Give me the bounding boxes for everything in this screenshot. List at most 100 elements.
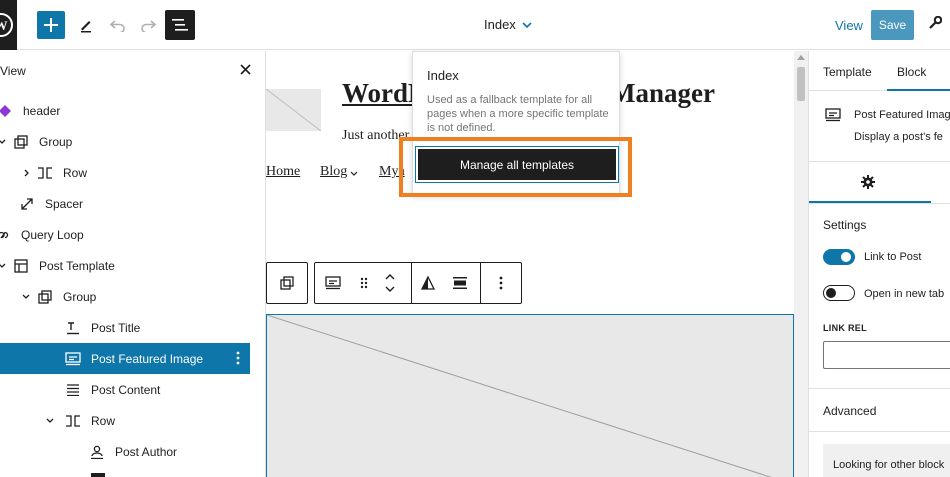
plus-icon	[44, 18, 58, 32]
featured-image-icon	[64, 350, 82, 368]
nav-item-blog[interactable]: Blog	[320, 164, 347, 180]
group-icon	[36, 288, 54, 306]
chevron-down-icon[interactable]	[0, 136, 8, 148]
open-new-tab-toggle[interactable]	[823, 285, 855, 301]
canvas-scrollbar[interactable]	[794, 51, 808, 477]
popover-title: Index	[427, 68, 459, 83]
pencil-icon	[81, 21, 91, 33]
template-title: Index	[484, 17, 516, 32]
block-location-notice: Looking for other block	[823, 444, 950, 477]
settings-sidebar: Template Block Post Featured Imag Displa…	[808, 51, 950, 477]
close-icon[interactable]	[240, 63, 251, 78]
tools-wrench-button[interactable]	[928, 15, 943, 33]
list-item-label: Group	[63, 289, 97, 304]
list-view-title: View	[0, 64, 26, 78]
list-item-header[interactable]: header	[0, 95, 250, 126]
list-item-label: Row	[91, 413, 116, 428]
drag-handle[interactable]	[351, 263, 377, 303]
list-item-group[interactable]: Group	[0, 281, 250, 312]
svg-text:W: W	[0, 18, 8, 33]
annotation-highlight-box	[399, 137, 632, 197]
list-view-header: View	[0, 51, 265, 89]
add-block-button[interactable]	[37, 11, 65, 39]
chevron-up-down-icon	[385, 274, 395, 292]
list-view-panel: View header Group Row Spacer Query Loop …	[0, 51, 266, 477]
more-vertical-icon	[499, 276, 503, 290]
save-button[interactable]: Save	[871, 10, 914, 40]
duotone-button[interactable]	[412, 263, 444, 303]
link-to-post-label: Link to Post	[864, 251, 922, 263]
tab-template[interactable]: Template	[823, 65, 872, 79]
site-logo-placeholder[interactable]	[266, 89, 321, 131]
align-button[interactable]	[444, 263, 476, 303]
diamond-icon	[0, 102, 14, 120]
list-item-post-author[interactable]: Post Author	[0, 436, 250, 467]
scroll-thumb[interactable]	[797, 67, 805, 101]
list-item-row[interactable]: Row	[0, 405, 250, 436]
block-toolbar	[266, 262, 522, 304]
featured-image-icon	[325, 276, 341, 290]
group-icon	[12, 133, 30, 151]
block-description: Display a post's fe	[854, 131, 943, 143]
list-item-group[interactable]: Group	[0, 126, 250, 157]
move-up-down-button[interactable]	[377, 263, 403, 303]
list-item-label: header	[23, 103, 61, 118]
next-item-icon	[91, 473, 105, 477]
wrench-icon	[929, 15, 943, 29]
title-icon	[64, 319, 82, 337]
block-type-button[interactable]	[315, 263, 351, 303]
list-item-post-template[interactable]: Post Template	[0, 250, 250, 281]
list-item-post-title[interactable]: Post Title	[0, 312, 250, 343]
block-card	[809, 92, 950, 162]
chevron-down-icon	[522, 21, 532, 28]
chevron-down-icon[interactable]	[20, 291, 32, 303]
block-settings-tab[interactable]	[809, 162, 950, 204]
more-options-icon[interactable]	[236, 351, 240, 368]
list-item-label: Query Loop	[21, 227, 84, 242]
list-item-post-featured-image[interactable]: Post Featured Image	[0, 343, 250, 374]
row-icon	[64, 412, 82, 430]
link-rel-input[interactable]	[823, 341, 950, 369]
link-to-post-toggle[interactable]	[823, 249, 855, 265]
block-name: Post Featured Imag	[854, 109, 950, 121]
popover-description: Used as a fallback template for all page…	[427, 94, 609, 134]
view-button[interactable]: View	[835, 18, 863, 33]
chevron-right-icon[interactable]	[20, 167, 32, 179]
group-icon	[280, 276, 294, 290]
block-controls	[314, 262, 522, 304]
list-item-label: Group	[39, 134, 73, 149]
list-item-post-content[interactable]: Post Content	[0, 374, 250, 405]
undo-button[interactable]	[105, 12, 131, 38]
wordpress-logo-icon[interactable]: W	[0, 0, 17, 50]
template-title-dropdown[interactable]: Index	[484, 17, 532, 32]
list-item-label: Post Author	[115, 444, 178, 459]
chevron-down-icon[interactable]	[0, 260, 8, 272]
content-icon	[64, 381, 82, 399]
list-item-row[interactable]: Row	[0, 157, 250, 188]
chevron-down-icon[interactable]	[44, 415, 56, 427]
chevron-down-icon	[350, 171, 358, 176]
edit-pencil-button[interactable]	[73, 12, 99, 38]
gear-icon[interactable]	[861, 175, 875, 192]
list-item-label: Post Featured Image	[91, 351, 204, 366]
post-featured-image-block[interactable]	[266, 314, 794, 477]
parent-block-button[interactable]	[266, 262, 308, 304]
settings-section-title[interactable]: Settings	[823, 218, 866, 232]
tab-block[interactable]: Block	[897, 65, 926, 79]
redo-icon	[141, 20, 156, 32]
spacer-icon	[18, 195, 36, 213]
list-item-spacer[interactable]: Spacer	[0, 188, 250, 219]
list-view-button[interactable]	[165, 10, 195, 40]
block-options-button[interactable]	[481, 263, 521, 303]
undo-icon	[110, 20, 125, 32]
list-item-label: Post Content	[91, 382, 161, 397]
list-view-icon	[172, 19, 188, 31]
notice-text: Looking for other block	[833, 459, 945, 471]
redo-button[interactable]	[135, 12, 161, 38]
open-new-tab-label: Open in new tab	[864, 288, 945, 300]
scroll-up-icon[interactable]	[797, 55, 805, 60]
advanced-section-title[interactable]: Advanced	[823, 404, 876, 418]
nav-item-home[interactable]: Home	[266, 164, 300, 180]
loop-icon	[0, 226, 12, 244]
list-item-query-loop[interactable]: Query Loop	[0, 219, 250, 250]
